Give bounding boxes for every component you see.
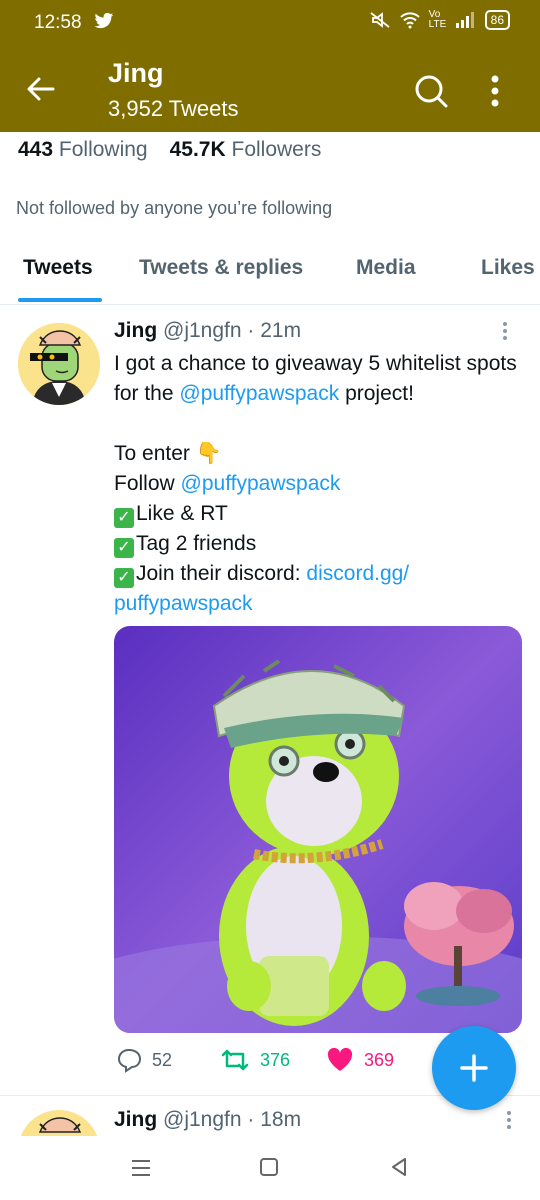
home-icon[interactable] <box>258 1156 280 1178</box>
tweet-card[interactable]: Jing @j1ngfn · 21m I got a chance to giv… <box>0 305 540 1096</box>
tweet-header: Jing @j1ngfn · 18m <box>114 1108 301 1132</box>
tweet-header: Jing @j1ngfn · 21m <box>114 319 301 343</box>
twitter-bird-icon <box>94 12 114 29</box>
tab-tweets-replies[interactable]: Tweets & replies <box>139 256 303 280</box>
tweet-actions: 52 376 369 <box>114 1047 414 1077</box>
tweet-time: · 18m <box>247 1108 302 1131</box>
profile-name: Jing <box>108 58 164 88</box>
followers-link[interactable]: 45.7K Followers <box>170 138 322 161</box>
tweet-count: 3,952 Tweets <box>108 96 239 121</box>
following-link[interactable]: 443 Following <box>18 138 148 161</box>
retweet-button[interactable]: 376 <box>220 1047 290 1073</box>
tweet-text: I got a chance to giveaway 5 whitelist s… <box>114 349 524 619</box>
profile-tabs: Tweets Tweets & replies Media Likes <box>0 240 540 305</box>
reply-count: 52 <box>152 1049 173 1070</box>
more-options-icon[interactable] <box>490 74 500 108</box>
battery-indicator: 86 <box>484 10 510 30</box>
avatar[interactable] <box>18 323 100 405</box>
mention-link[interactable]: @puffypawspack <box>181 472 341 495</box>
tweet-author-name[interactable]: Jing <box>114 1108 157 1131</box>
check-icon: ✓ <box>114 538 134 558</box>
discord-link[interactable]: puffypawspack <box>114 592 253 615</box>
status-bar: 12:58 Vo LTE 86 <box>0 0 540 46</box>
reply-icon <box>117 1048 142 1073</box>
tweet-image[interactable] <box>114 626 522 1033</box>
tab-likes[interactable]: Likes <box>481 256 535 280</box>
back-arrow-icon[interactable] <box>26 74 56 104</box>
search-icon[interactable] <box>414 74 448 108</box>
active-tab-indicator <box>18 298 102 302</box>
tweet-time: · 21m <box>247 319 302 342</box>
discord-link[interactable]: discord.gg/ <box>306 562 409 585</box>
tweet-author-name[interactable]: Jing <box>114 319 157 342</box>
profile-header: Jing 3,952 Tweets <box>0 46 540 132</box>
status-icons: Vo LTE 86 <box>369 10 510 30</box>
tweet-card[interactable]: Jing @j1ngfn · 18m <box>0 1096 540 1136</box>
tab-tweets[interactable]: Tweets <box>23 256 93 280</box>
mute-icon <box>370 12 390 28</box>
retweet-icon <box>221 1049 249 1071</box>
retweet-count: 376 <box>260 1049 291 1070</box>
check-icon: ✓ <box>114 568 134 588</box>
back-icon[interactable] <box>388 1156 410 1178</box>
to-enter-text: To enter 👇 <box>114 442 222 465</box>
wifi-icon <box>399 12 420 29</box>
tab-media[interactable]: Media <box>356 256 416 280</box>
volte-label: Vo LTE <box>428 9 447 30</box>
like-count: 369 <box>364 1049 395 1070</box>
system-nav-bar <box>0 1136 540 1200</box>
signal-icon <box>455 12 474 28</box>
status-time: 12:58 <box>34 12 82 33</box>
reply-button[interactable]: 52 <box>116 1047 172 1073</box>
heart-icon <box>327 1047 353 1071</box>
avatar[interactable] <box>18 1110 100 1136</box>
tweet-more-icon[interactable] <box>502 321 508 341</box>
mention-link[interactable]: @puffypawspack <box>179 382 339 405</box>
tweet-handle[interactable]: @j1ngfn <box>163 1108 242 1131</box>
tweet-more-icon[interactable] <box>506 1110 512 1130</box>
like-button[interactable]: 369 <box>326 1047 394 1073</box>
not-followed-text: Not followed by anyone you’re following <box>16 198 333 218</box>
tweet-handle[interactable]: @j1ngfn <box>163 319 242 342</box>
follow-stats: 443 Following 45.7K Followers <box>18 138 321 162</box>
check-icon: ✓ <box>114 508 134 528</box>
recents-icon[interactable] <box>130 1158 152 1178</box>
